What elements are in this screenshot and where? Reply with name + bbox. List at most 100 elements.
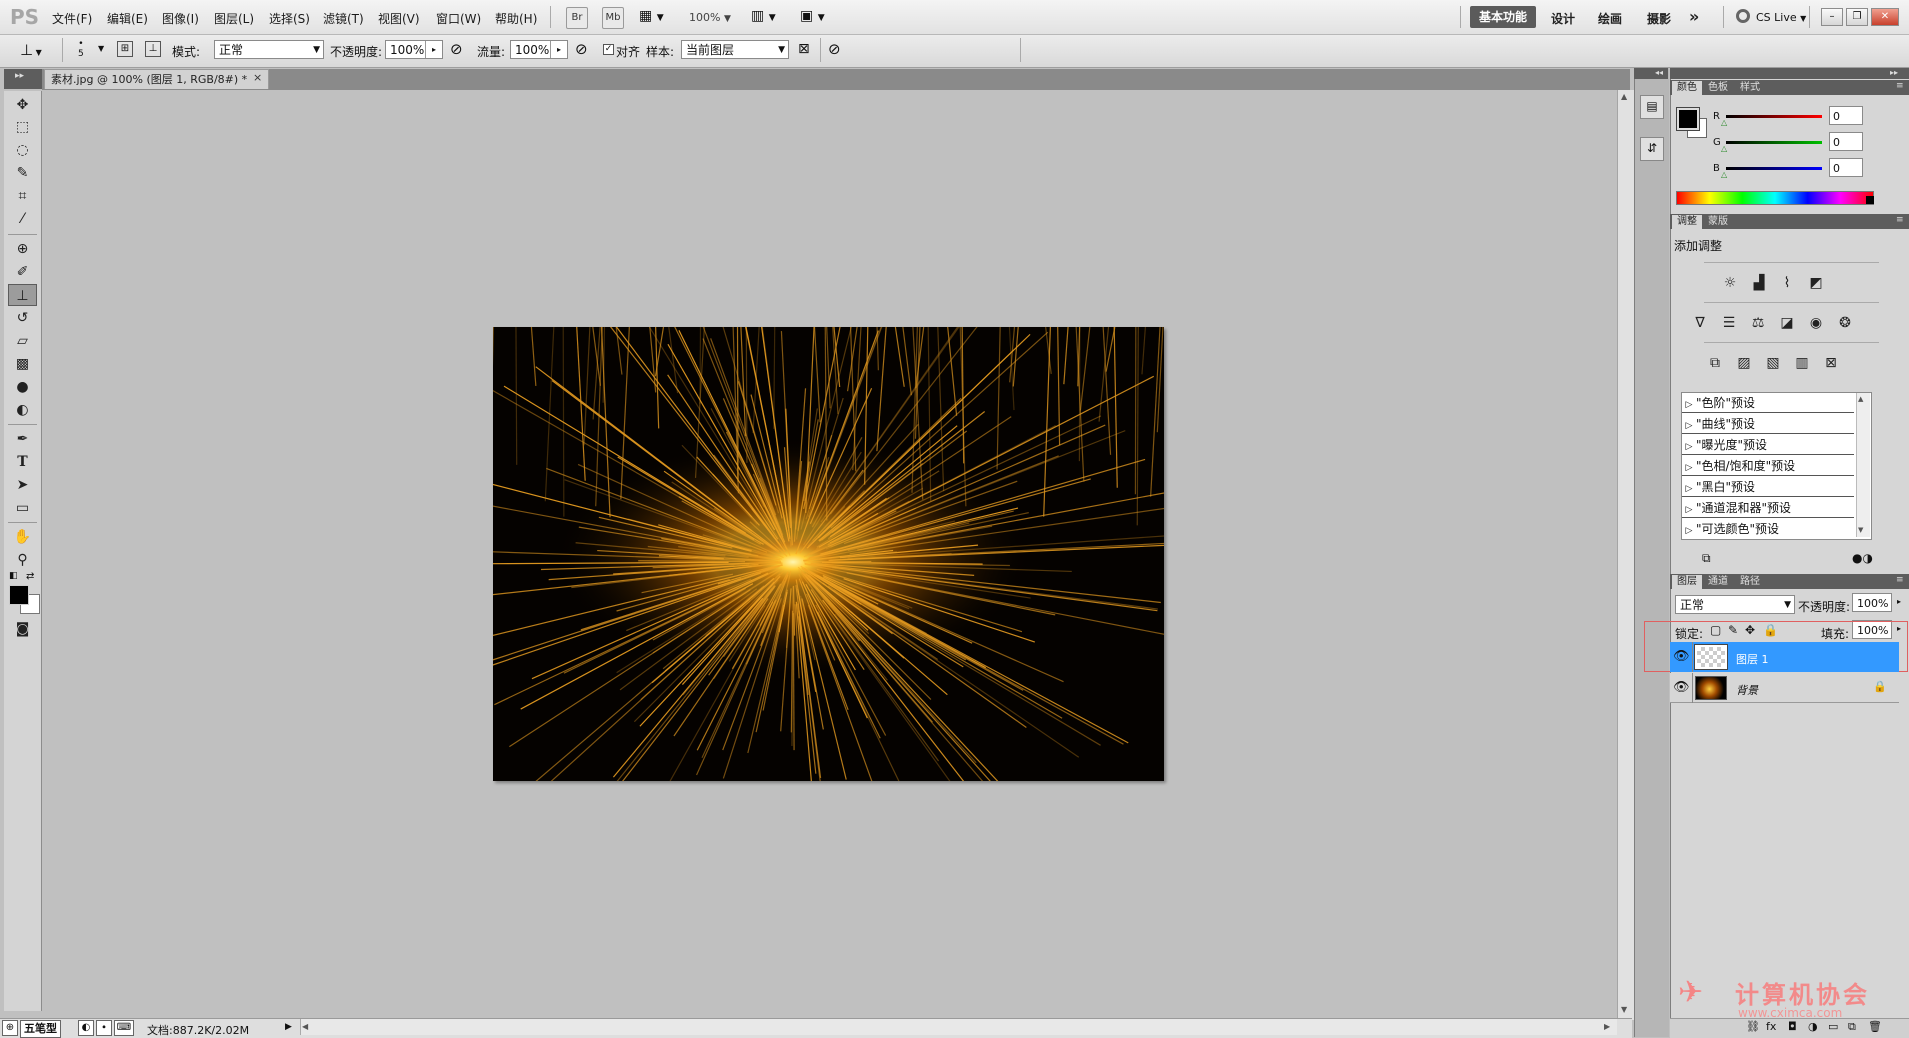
- horizontal-scrollbar[interactable]: [300, 1019, 1617, 1035]
- tab-swatches[interactable]: 色板: [1703, 81, 1733, 95]
- ime-halfwidth-icon[interactable]: ◐: [78, 1020, 94, 1036]
- red-slider-thumb[interactable]: △: [1721, 118, 1727, 127]
- adjustments-menu-icon[interactable]: ≡: [1896, 215, 1904, 225]
- posterize-icon[interactable]: ▨: [1733, 353, 1755, 373]
- background-layer-name[interactable]: 背景: [1736, 682, 1758, 698]
- blue-slider-thumb[interactable]: △: [1721, 170, 1727, 179]
- opacity-slider-arrow[interactable]: ▸: [425, 41, 442, 58]
- cs-live-icon[interactable]: [1736, 9, 1750, 23]
- ime-logo-icon[interactable]: ⊕: [2, 1020, 18, 1036]
- red-slider[interactable]: [1726, 115, 1822, 118]
- black-white-icon[interactable]: ◪: [1776, 313, 1798, 333]
- eraser-tool-icon[interactable]: ▱: [8, 330, 37, 352]
- crop-tool-icon[interactable]: ⌗: [8, 185, 37, 207]
- invert-icon[interactable]: ⧉: [1704, 353, 1726, 373]
- curves-icon[interactable]: ⌇: [1776, 273, 1798, 293]
- view-extras-icon[interactable]: ▦ ▼: [639, 8, 664, 24]
- color-spectrum-ramp[interactable]: [1676, 191, 1874, 205]
- channel-mixer-icon[interactable]: ❂: [1834, 313, 1856, 333]
- menu-edit[interactable]: 编辑(E): [107, 10, 148, 27]
- minimize-button[interactable]: –: [1821, 8, 1843, 26]
- toolbox-collapse-icon[interactable]: ▸▸: [15, 71, 24, 81]
- hue-saturation-icon[interactable]: ☰: [1718, 313, 1740, 333]
- green-slider[interactable]: [1726, 141, 1822, 144]
- preset-hue-saturation[interactable]: ▷"色相/饱和度"预设: [1682, 456, 1854, 476]
- path-selection-tool-icon[interactable]: ➤: [8, 474, 37, 496]
- layer-style-icon[interactable]: fx: [1766, 1020, 1776, 1033]
- menu-view[interactable]: 视图(V): [378, 10, 420, 27]
- selective-color-icon[interactable]: ⊠: [1820, 353, 1842, 373]
- presets-scroll-down[interactable]: ▼: [1858, 526, 1863, 534]
- workspace-essentials[interactable]: 基本功能: [1470, 6, 1536, 28]
- arrange-documents-icon[interactable]: ▥ ▼: [751, 8, 776, 24]
- workspace-painting[interactable]: 绘画: [1598, 10, 1622, 27]
- type-tool-icon[interactable]: T: [8, 451, 37, 473]
- layer1-visibility-eye-icon[interactable]: 👁: [1673, 649, 1690, 664]
- exposure-icon[interactable]: ◩: [1805, 273, 1827, 293]
- dodge-tool-icon[interactable]: ◐: [8, 399, 37, 421]
- more-workspaces-icon[interactable]: »: [1689, 7, 1699, 26]
- new-adjustment-layer-icon[interactable]: ◑: [1808, 1020, 1818, 1033]
- adjustments-options-icon[interactable]: ●◑: [1852, 551, 1873, 565]
- pressure-opacity-icon[interactable]: ⊘: [450, 40, 463, 58]
- blur-tool-icon[interactable]: ●: [8, 376, 37, 398]
- screen-mode-icon[interactable]: ▣ ▼: [800, 8, 825, 24]
- scroll-down-arrow[interactable]: ▼: [1621, 1005, 1627, 1014]
- tab-paths[interactable]: 路径: [1735, 575, 1765, 589]
- dock-expand-icon[interactable]: ◂◂: [1655, 68, 1663, 77]
- delete-layer-icon[interactable]: 🗑: [1868, 1020, 1882, 1033]
- actions-panel-icon[interactable]: ⇵: [1640, 137, 1664, 161]
- hand-tool-icon[interactable]: ✋: [8, 526, 37, 548]
- ime-keyboard-icon[interactable]: ⌨: [114, 1020, 134, 1036]
- layer-blend-mode-select[interactable]: 正常▼: [1675, 595, 1795, 614]
- menu-filter[interactable]: 滤镜(T): [323, 10, 364, 27]
- preset-black-white[interactable]: ▷"黑白"预设: [1682, 477, 1854, 497]
- ime-mode[interactable]: 五笔型: [20, 1020, 61, 1038]
- mode-select[interactable]: 正常▼: [214, 40, 324, 59]
- preset-exposure[interactable]: ▷"曝光度"预设: [1682, 435, 1854, 455]
- pressure-size-icon[interactable]: ⊘: [828, 40, 841, 58]
- link-layers-icon[interactable]: ⛓: [1746, 1020, 1760, 1033]
- zoom-level[interactable]: 100% ▼: [689, 11, 731, 24]
- tab-styles[interactable]: 样式: [1735, 81, 1765, 95]
- threshold-icon[interactable]: ▧: [1762, 353, 1784, 373]
- workspace-photography[interactable]: 摄影: [1647, 10, 1671, 27]
- scroll-right-arrow[interactable]: ▶: [1604, 1022, 1610, 1031]
- layer1-name[interactable]: 图层 1: [1736, 651, 1769, 667]
- levels-icon[interactable]: ▟: [1748, 273, 1770, 293]
- blue-value-input[interactable]: 0: [1829, 158, 1863, 177]
- vertical-scrollbar[interactable]: [1617, 90, 1634, 1020]
- ignore-adjustment-layers-icon[interactable]: ⊠: [798, 41, 810, 57]
- red-value-input[interactable]: 0: [1829, 106, 1863, 125]
- menu-layer[interactable]: 图层(L): [214, 10, 254, 27]
- preset-curves[interactable]: ▷"曲线"预设: [1682, 414, 1854, 434]
- clip-to-layer-icon[interactable]: ⧉: [1702, 551, 1711, 566]
- ime-punctuation-icon[interactable]: ∙: [96, 1020, 112, 1036]
- status-menu-arrow[interactable]: ▶: [285, 1022, 292, 1032]
- brush-tool-icon[interactable]: ✐: [8, 261, 37, 283]
- canvas-image[interactable]: [493, 327, 1164, 781]
- bridge-button[interactable]: Br: [566, 7, 588, 29]
- clone-source-icon[interactable]: ⊥: [145, 41, 161, 57]
- color-balance-icon[interactable]: ⚖: [1747, 313, 1769, 333]
- document-close-icon[interactable]: ×: [253, 71, 262, 84]
- background-thumbnail[interactable]: [1695, 676, 1727, 700]
- green-slider-thumb[interactable]: △: [1721, 144, 1727, 153]
- healing-brush-tool-icon[interactable]: ⊕: [8, 238, 37, 260]
- layers-menu-icon[interactable]: ≡: [1896, 575, 1904, 585]
- photo-filter-icon[interactable]: ◉: [1805, 313, 1827, 333]
- shape-tool-icon[interactable]: ▭: [8, 497, 37, 519]
- sample-select[interactable]: 当前图层▼: [681, 40, 789, 59]
- new-group-icon[interactable]: ▭: [1828, 1020, 1838, 1033]
- gradient-map-icon[interactable]: ▥: [1791, 353, 1813, 373]
- brush-panel-icon[interactable]: ⊞: [117, 41, 133, 57]
- aligned-checkbox[interactable]: ✓: [603, 44, 614, 55]
- clone-stamp-preset-icon[interactable]: ⊥ ▼: [20, 41, 42, 59]
- close-window-button[interactable]: ✕: [1871, 8, 1899, 26]
- menu-select[interactable]: 选择(S): [269, 10, 310, 27]
- cs-live-button[interactable]: CS Live ▼: [1756, 11, 1806, 24]
- flow-slider-arrow[interactable]: ▸: [550, 41, 567, 58]
- tab-masks[interactable]: 蒙版: [1703, 215, 1733, 229]
- brush-dropdown-arrow[interactable]: ▼: [98, 44, 104, 53]
- layer-opacity-input[interactable]: 100%: [1852, 593, 1892, 612]
